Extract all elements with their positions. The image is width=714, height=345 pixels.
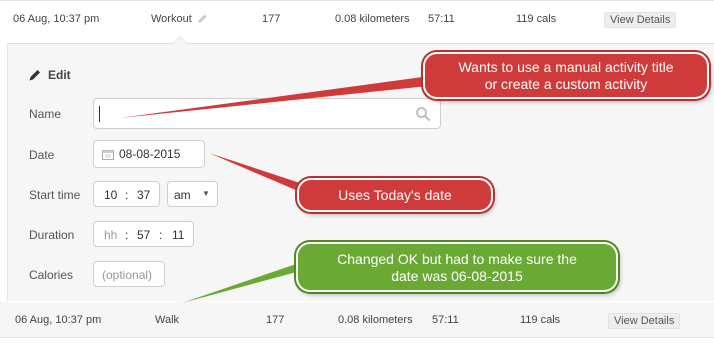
callout-name-note: Wants to use a manual activity title or … [423,52,709,99]
callout-text: Wants to use a manual activity title [458,59,674,75]
callout-date-note: Uses Today's date [297,178,493,212]
callout-text: date was 06-08-2015 [391,268,523,284]
callout-text: Changed OK but had to make sure the [337,251,577,267]
callout-text: Uses Today's date [338,187,452,203]
pointer-walk-note [182,262,304,303]
callout-text: or create a custom activity [484,76,648,92]
pointer-date-note [209,153,300,191]
pointer-name-note [120,76,430,118]
callout-walk-note: Changed OK but had to make sure the date… [296,242,618,292]
